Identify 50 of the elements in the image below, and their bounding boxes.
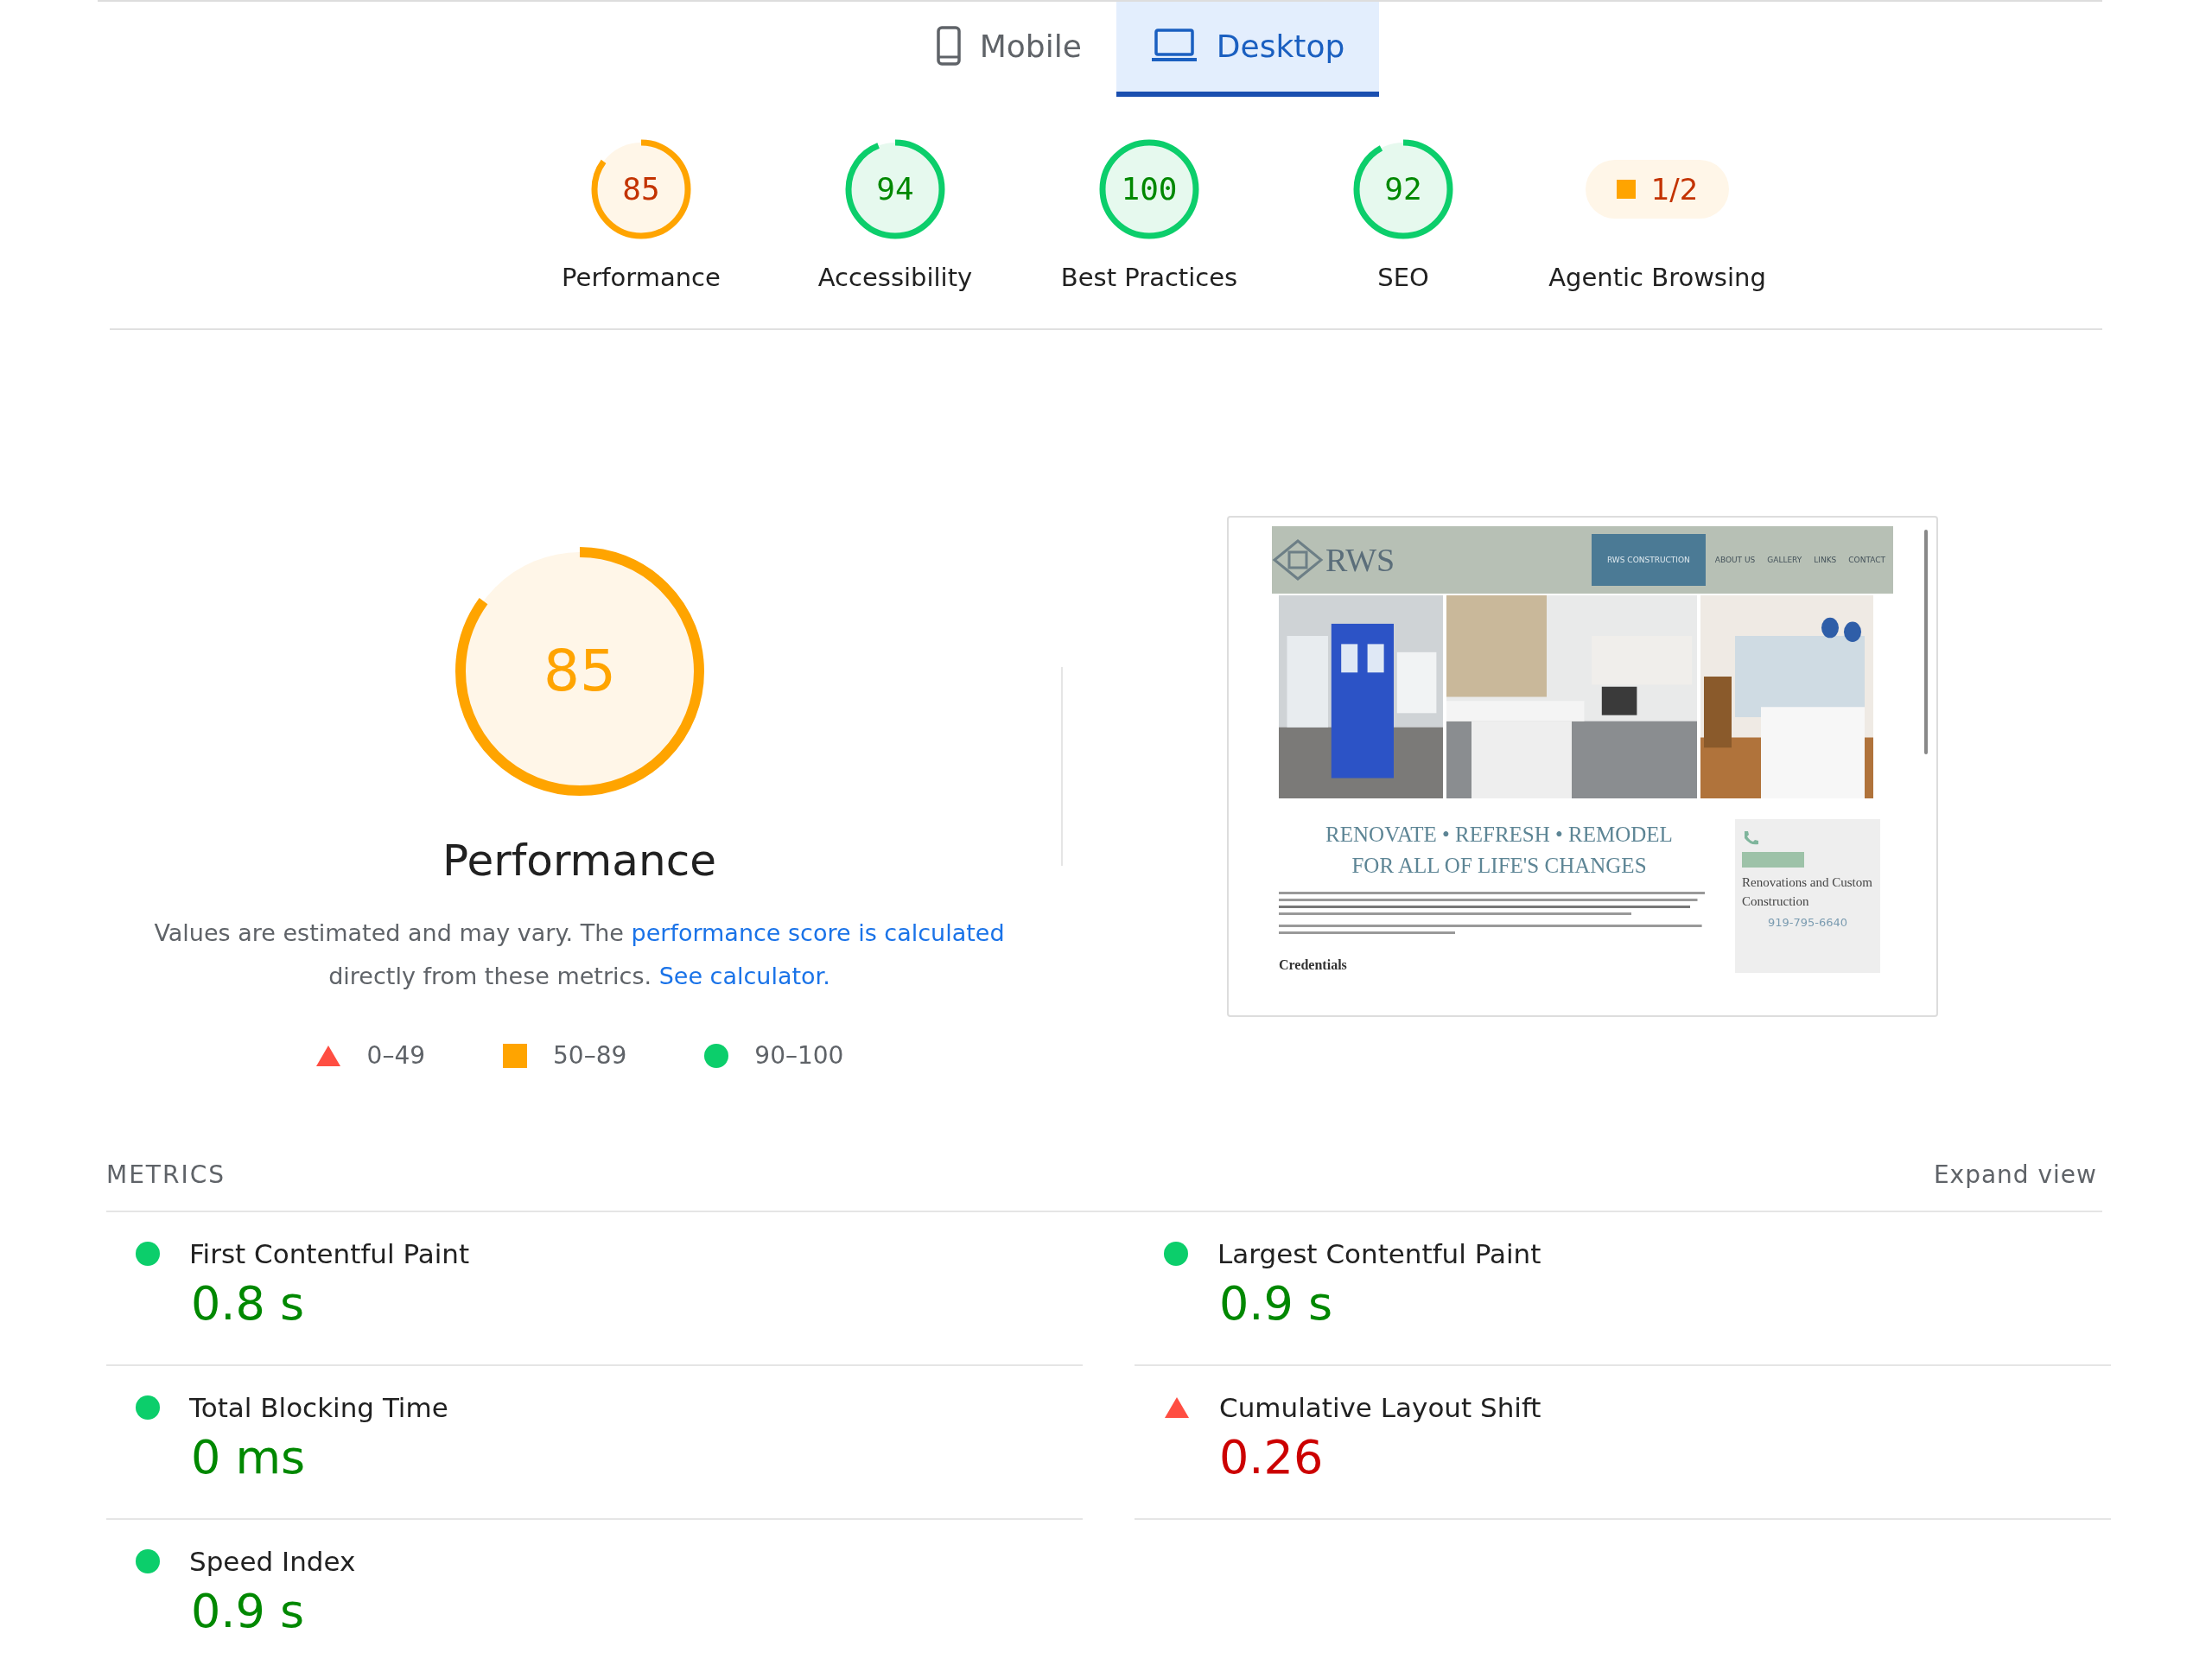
metric-value: 0.8 s	[191, 1276, 306, 1331]
category-label: Agentic Browsing	[1548, 263, 1766, 292]
category-label: SEO	[1377, 263, 1429, 292]
metric-value: 0.9 s	[1219, 1276, 1334, 1331]
metric-label: First Contentful Paint	[189, 1238, 470, 1269]
site-headline: FOR ALL OF LIFE'S CHANGES	[1351, 853, 1647, 879]
metric-label: Cumulative Layout Shift	[1219, 1392, 1541, 1423]
phone-icon	[936, 26, 961, 66]
laptop-icon	[1150, 29, 1198, 63]
score-value: 1/2	[1650, 172, 1699, 207]
range-label: 50–89	[553, 1041, 627, 1070]
metric-label: Speed Index	[189, 1546, 356, 1577]
score-value: 85	[543, 638, 616, 704]
site-nav-item[interactable]: RWS CONSTRUCTION	[1592, 534, 1706, 586]
expand-view-button[interactable]: Expand view	[1928, 1160, 2102, 1190]
site-subheading: Credentials	[1279, 957, 1347, 973]
device-tab[interactable]: Desktop	[1116, 2, 1380, 97]
metric-label: Total Blocking Time	[189, 1392, 448, 1423]
category-label: Best Practices	[1060, 263, 1238, 292]
section-heading: METRICS	[106, 1160, 226, 1189]
site-nav-item[interactable]: GALLERY	[1764, 556, 1805, 564]
phone-number: 919-795-6640	[1766, 916, 1849, 929]
metric-value: 0 ms	[191, 1430, 307, 1484]
score-value: 94	[876, 171, 914, 207]
category-label: Performance	[562, 263, 721, 292]
metric-label: Largest Contentful Paint	[1217, 1238, 1541, 1269]
device-tab[interactable]: Mobile	[901, 2, 1116, 97]
score-value: 85	[622, 171, 660, 207]
site-nav-item[interactable]: CONTACT	[1846, 556, 1888, 564]
link[interactable]: performance score is calculated	[631, 919, 1005, 946]
metric-value: 0.9 s	[191, 1584, 306, 1638]
range-label: 0–49	[366, 1041, 426, 1070]
score-value: 92	[1384, 171, 1422, 207]
site-logo: RWS	[1325, 541, 1395, 579]
site-nav-item[interactable]: ABOUT US	[1712, 556, 1758, 564]
diamond-icon	[1272, 538, 1324, 582]
scrollbar[interactable]	[1924, 530, 1928, 754]
category-label: Accessibility	[817, 263, 973, 292]
link[interactable]: See calculator.	[658, 963, 830, 989]
sidebar-title: Renovations and Custom Construction	[1742, 874, 1873, 910]
performance-title: Performance	[442, 836, 716, 886]
score-badge[interactable]: 1/2	[1585, 160, 1730, 219]
phone-icon	[1742, 830, 1759, 847]
site-headline: RENOVATE • REFRESH • REMODEL	[1325, 822, 1673, 848]
description-text: Values are estimated and may vary. The performance score is calculated directly from these metrics. See calculator.	[153, 918, 1006, 991]
range-label: 90–100	[754, 1041, 844, 1070]
contact-button[interactable]	[1742, 852, 1804, 868]
score-value: 100	[1121, 171, 1178, 207]
site-nav-item[interactable]: LINKS	[1811, 556, 1840, 564]
metric-value: 0.26	[1219, 1430, 1325, 1484]
